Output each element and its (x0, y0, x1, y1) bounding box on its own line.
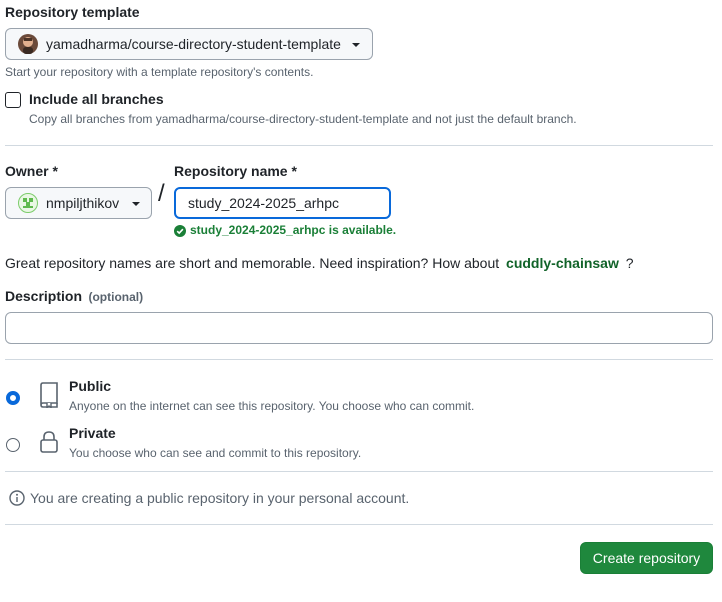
repo-availability-message: study_2024-2025_arhpc is available. (190, 223, 397, 237)
owner-label: Owner * (5, 163, 58, 179)
info-icon (9, 490, 25, 506)
template-caret-icon (352, 43, 360, 47)
owner-select[interactable]: nmpiljthikov (5, 187, 152, 219)
public-note: Anyone on the internet can see this repo… (69, 399, 475, 413)
section-divider (5, 471, 713, 472)
check-circle-icon (174, 224, 186, 237)
description-label: Description (5, 288, 83, 304)
template-label: Repository template (5, 4, 140, 20)
description-optional-tag: (optional) (88, 290, 144, 304)
owner-avatar (18, 193, 38, 213)
owner-caret-icon (132, 202, 140, 206)
template-select-value: yamadharma/course-directory-student-temp… (46, 36, 341, 52)
inspiration-suffix: ? (625, 255, 634, 271)
owner-select-value: nmpiljthikov (46, 195, 120, 211)
owner-repo-separator: / (158, 180, 165, 207)
section-divider (5, 359, 713, 360)
description-input[interactable] (5, 312, 713, 344)
create-repository-button[interactable]: Create repository (580, 542, 713, 574)
include-branches-checkbox[interactable] (5, 92, 21, 108)
repo-book-icon (38, 382, 60, 409)
section-divider (5, 145, 713, 146)
section-divider (5, 524, 713, 525)
include-branches-label[interactable]: Include all branches (29, 91, 164, 107)
description-label-group: Description (optional) (5, 288, 143, 306)
suggested-name-link[interactable]: cuddly-chainsaw (506, 255, 619, 271)
lock-icon (39, 430, 59, 454)
inspiration-text: Great repository names are short and mem… (5, 255, 500, 271)
template-owner-avatar (18, 34, 38, 54)
private-note: You choose who can see and commit to thi… (69, 446, 362, 460)
private-label[interactable]: Private (69, 425, 116, 441)
template-help: Start your repository with a template re… (5, 65, 314, 79)
repo-name-label: Repository name * (174, 163, 297, 179)
include-branches-note: Copy all branches from yamadharma/course… (29, 112, 577, 126)
public-radio[interactable] (6, 391, 20, 405)
repo-name-input[interactable] (174, 187, 391, 219)
template-select[interactable]: yamadharma/course-directory-student-temp… (5, 28, 373, 60)
private-radio[interactable] (6, 438, 20, 452)
info-message: You are creating a public repository in … (30, 490, 410, 506)
inspiration-text-line: Great repository names are short and mem… (5, 255, 634, 271)
public-label[interactable]: Public (69, 378, 111, 394)
